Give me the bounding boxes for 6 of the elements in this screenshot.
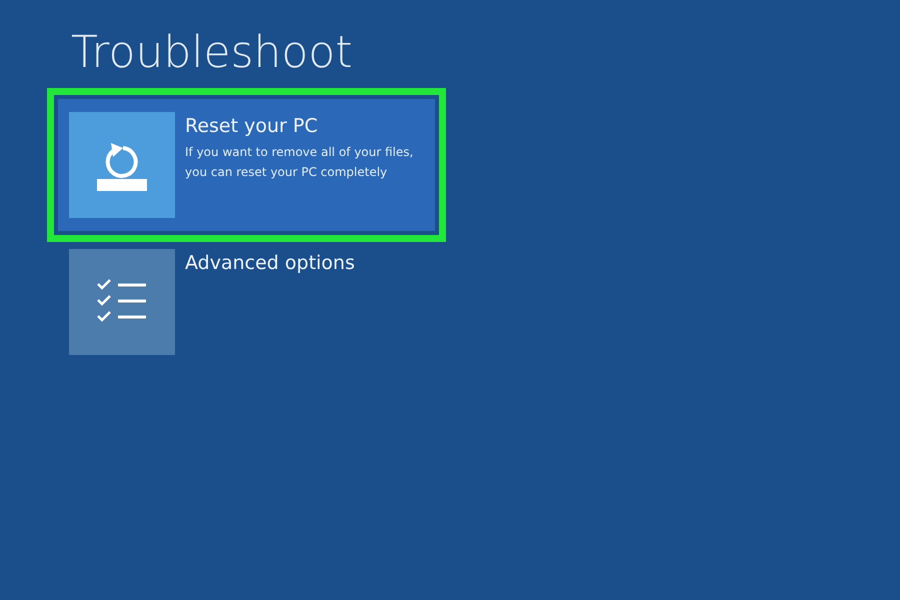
option-description: If you want to remove all of your files, you can reset your PC completely <box>185 144 414 181</box>
option-tile[interactable]: Reset your PC If you want to remove all of your files, you can reset your PC completely <box>58 99 435 231</box>
page-title: Troubleshoot <box>71 28 352 78</box>
option-tile[interactable]: Advanced options <box>58 242 435 362</box>
option-title: Advanced options <box>185 251 355 275</box>
option-title: Reset your PC <box>185 114 319 138</box>
